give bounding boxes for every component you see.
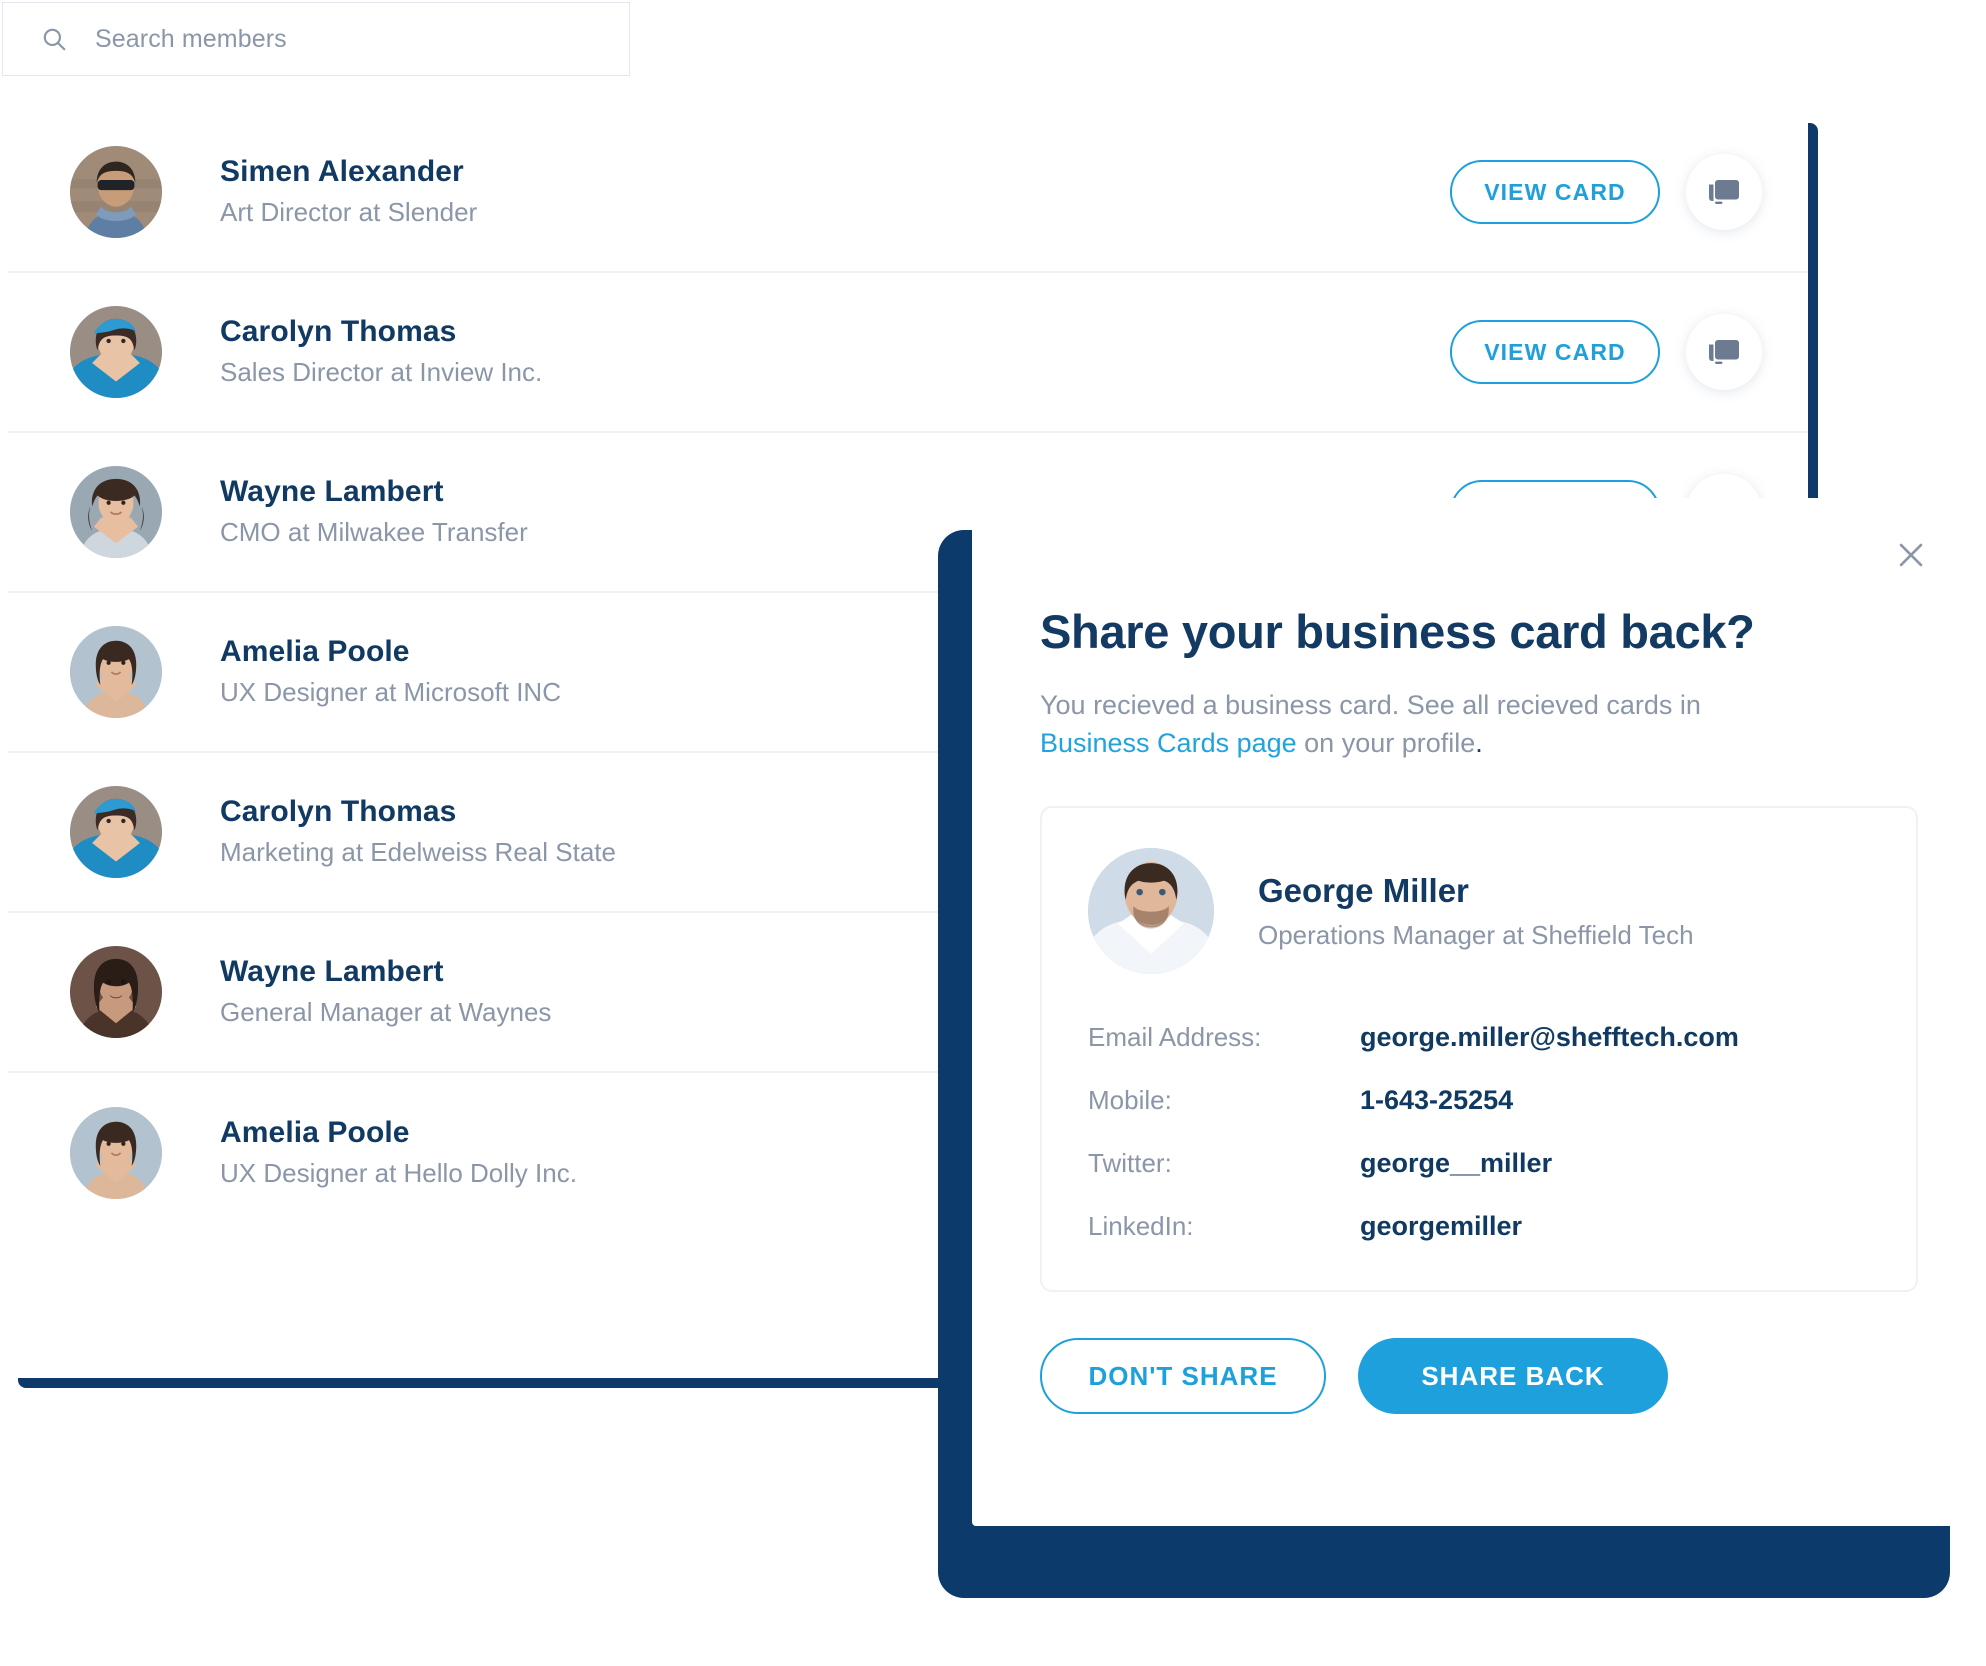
man-beard-white-shirt-avatar-image — [1088, 848, 1214, 975]
woman-blue-scarf-avatar-image — [70, 786, 162, 878]
modal-title: Share your business card back? — [1040, 605, 1755, 658]
business-card-field-row: LinkedIn: georgemiller — [1088, 1211, 1870, 1242]
business-card-name: George Miller — [1258, 871, 1469, 909]
share-back-button[interactable]: SHARE BACK — [1358, 1338, 1668, 1415]
business-card-fields: Email Address: george.miller@shefftech.co… — [1088, 1022, 1870, 1242]
field-label: Twitter: — [1088, 1148, 1172, 1179]
business-card-icon — [1709, 340, 1739, 364]
woman-bob-haircut-avatar-image — [70, 626, 162, 718]
app-stage: Search members Simen Alexander Art Direct… — [0, 0, 1986, 1666]
business-card-icon-button[interactable] — [1686, 314, 1762, 390]
woman-blue-scarf-avatar-image — [70, 306, 162, 398]
business-card-identity: George Miller Operations Manager at Shef… — [1258, 870, 1694, 953]
search-input-placeholder[interactable]: Search members — [95, 25, 287, 54]
avatar — [70, 946, 162, 1038]
business-card-preview: George Miller Operations Manager at Shef… — [1040, 806, 1918, 1293]
field-label: LinkedIn: — [1088, 1211, 1194, 1242]
search-icon — [43, 28, 66, 51]
avatar — [70, 306, 162, 398]
field-label: Mobile: — [1088, 1085, 1172, 1116]
field-value: george.miller@shefftech.com — [1360, 1022, 1739, 1053]
modal-subtitle-text-before: You recieved a business card. See all re… — [1040, 689, 1701, 720]
business-card-field-row: Email Address: george.miller@shefftech.co… — [1088, 1022, 1870, 1053]
field-value: 1-643-25254 — [1360, 1085, 1514, 1116]
close-icon — [1899, 543, 1923, 567]
member-role: Sales Director at Inview Inc. — [220, 357, 543, 388]
member-name: Carolyn Thomas — [220, 314, 457, 348]
business-card-icon-button[interactable] — [1686, 154, 1762, 230]
modal-subtitle: You recieved a business card. See all re… — [1040, 686, 1780, 763]
search-bar[interactable]: Search members — [2, 2, 630, 76]
view-card-button[interactable]: VIEW CARD — [1450, 160, 1660, 224]
member-name: Simen Alexander — [220, 154, 464, 188]
share-card-modal: Share your business card back? You recie… — [972, 498, 1986, 1526]
dont-share-button[interactable]: DON'T SHARE — [1040, 1338, 1326, 1415]
woman-curly-hair-avatar-image — [70, 466, 162, 558]
avatar — [70, 466, 162, 558]
business-card-field-row: Twitter: george__miller — [1088, 1148, 1870, 1179]
business-card-field-row: Mobile: 1-643-25254 — [1088, 1085, 1870, 1116]
close-icon-button[interactable] — [1888, 532, 1934, 578]
man-sunglasses-denim-avatar-image — [70, 146, 162, 238]
member-text: Simen Alexander Art Director at Slender — [220, 153, 1450, 231]
avatar — [1088, 848, 1214, 975]
avatar — [70, 626, 162, 718]
member-row-actions: VIEW CARD — [1450, 314, 1762, 390]
field-value: george__miller — [1360, 1148, 1553, 1179]
woman-dark-lipstick-avatar-image — [70, 946, 162, 1038]
member-row-actions: VIEW CARD — [1450, 154, 1762, 230]
woman-bob-haircut-avatar-image — [70, 1107, 162, 1199]
business-card-role: Operations Manager at Sheffield Tech — [1258, 920, 1694, 951]
member-text: Carolyn Thomas Sales Director at Inview I… — [220, 313, 1450, 391]
modal-subtitle-period: . — [1475, 728, 1483, 759]
avatar — [70, 1107, 162, 1199]
view-card-button[interactable]: VIEW CARD — [1450, 320, 1660, 384]
field-value: georgemiller — [1360, 1211, 1523, 1242]
modal-subtitle-text-after: on your profile — [1296, 728, 1476, 759]
avatar — [70, 146, 162, 238]
modal-footer: DON'T SHARE SHARE BACK — [1040, 1338, 1918, 1415]
business-card-icon — [1709, 180, 1739, 204]
avatar — [70, 786, 162, 878]
field-label: Email Address: — [1088, 1022, 1262, 1053]
member-role: Art Director at Slender — [220, 197, 478, 228]
business-cards-page-link[interactable]: Business Cards page — [1040, 728, 1297, 758]
member-row[interactable]: Simen Alexander Art Director at Slender VI… — [8, 113, 1808, 273]
business-card-header: George Miller Operations Manager at Shef… — [1088, 848, 1870, 975]
member-row[interactable]: Carolyn Thomas Sales Director at Inview I… — [8, 273, 1808, 433]
